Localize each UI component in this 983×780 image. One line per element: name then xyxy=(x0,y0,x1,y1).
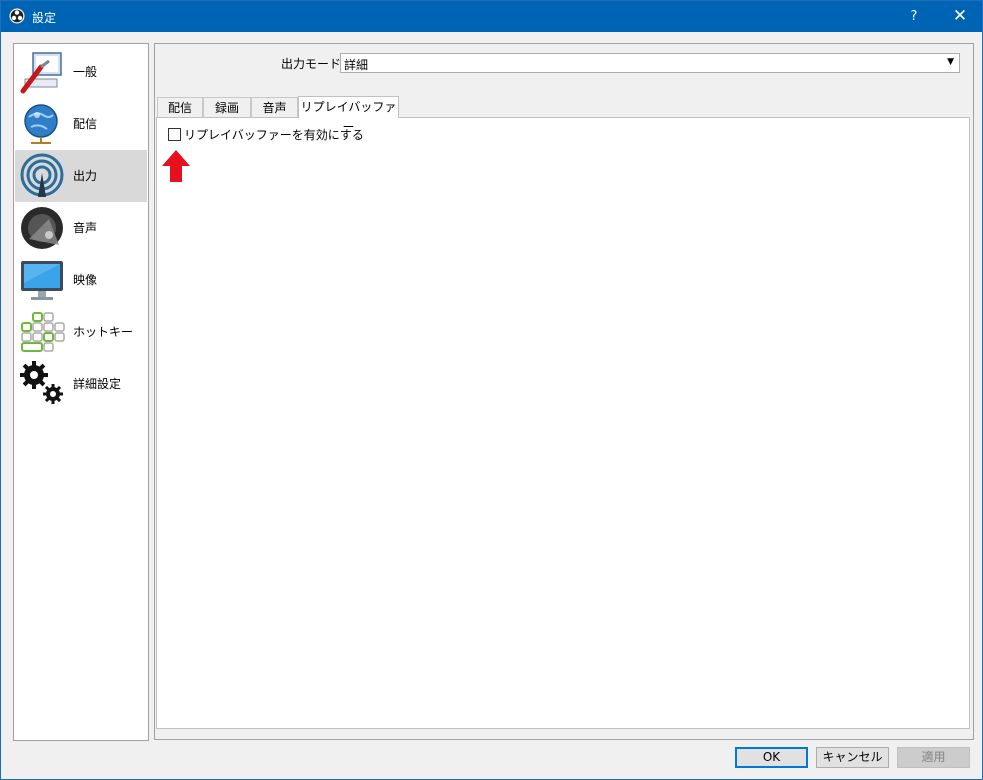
settings-category-list[interactable]: 一般 配信 出力 音声 映像 ホットキー 詳細設定 xyxy=(13,43,149,741)
gears-icon xyxy=(20,361,63,404)
output-tabs: 配信 録画 音声 リプレイバッファー リプレイバッファーを有効にする xyxy=(154,87,974,740)
broadcast-icon xyxy=(20,153,64,197)
sidebar-item-stream[interactable]: 配信 xyxy=(15,98,147,150)
output-mode-panel: 出力モード 詳細 ▼ xyxy=(154,43,974,89)
sidebar-item-label: 詳細設定 xyxy=(73,377,122,391)
sidebar-item-video[interactable]: 映像 xyxy=(15,254,147,306)
globe-icon xyxy=(24,104,58,144)
enable-replay-buffer-label[interactable]: リプレイバッファーを有効にする xyxy=(184,126,364,143)
tab-stream[interactable]: 配信 xyxy=(157,97,203,117)
general-icon xyxy=(20,52,62,94)
red-up-arrow-icon xyxy=(162,150,190,182)
cancel-button[interactable]: キャンセル xyxy=(816,747,889,768)
enable-replay-buffer-checkbox[interactable] xyxy=(168,128,181,141)
close-button[interactable]: ✕ xyxy=(937,1,983,32)
output-mode-select[interactable]: 詳細 ▼ xyxy=(340,53,960,73)
apply-button[interactable]: 適用 xyxy=(897,747,970,768)
sidebar-item-hotkeys[interactable]: ホットキー xyxy=(15,306,147,358)
ok-button[interactable]: OK xyxy=(735,747,808,768)
sidebar-item-label: 映像 xyxy=(73,273,98,287)
keyboard-icon xyxy=(21,312,65,352)
sidebar-item-label: ホットキー xyxy=(73,325,134,339)
sidebar-item-label: 一般 xyxy=(73,65,98,79)
sidebar-item-label: 出力 xyxy=(73,169,98,183)
settings-window: 設定 ? ✕ 一般 配信 出力 音声 映像 ホットキー 詳細設定 出力モード 詳… xyxy=(0,0,983,780)
tab-recording[interactable]: 録画 xyxy=(203,97,251,117)
help-button[interactable]: ? xyxy=(891,1,937,32)
tab-audio[interactable]: 音声 xyxy=(251,97,298,117)
output-mode-value: 詳細 xyxy=(344,58,369,72)
sidebar-item-advanced[interactable]: 詳細設定 xyxy=(15,358,147,410)
monitor-icon xyxy=(21,261,63,300)
tab-replay-buffer[interactable]: リプレイバッファー xyxy=(298,96,399,134)
replay-buffer-panel: リプレイバッファーを有効にする xyxy=(156,117,970,729)
sidebar-item-label: 音声 xyxy=(73,221,98,235)
dropdown-arrow-icon: ▼ xyxy=(947,57,954,67)
sidebar-item-general[interactable]: 一般 xyxy=(15,46,147,98)
title-bar[interactable]: 設定 ? ✕ xyxy=(1,1,982,32)
window-title: 設定 xyxy=(32,11,57,25)
sidebar-item-output[interactable]: 出力 xyxy=(15,150,147,202)
output-mode-label: 出力モード xyxy=(281,57,342,71)
obs-logo-icon xyxy=(9,8,25,24)
sidebar-item-label: 配信 xyxy=(73,117,98,131)
sidebar-item-audio[interactable]: 音声 xyxy=(15,202,147,254)
speaker-icon xyxy=(21,207,63,249)
